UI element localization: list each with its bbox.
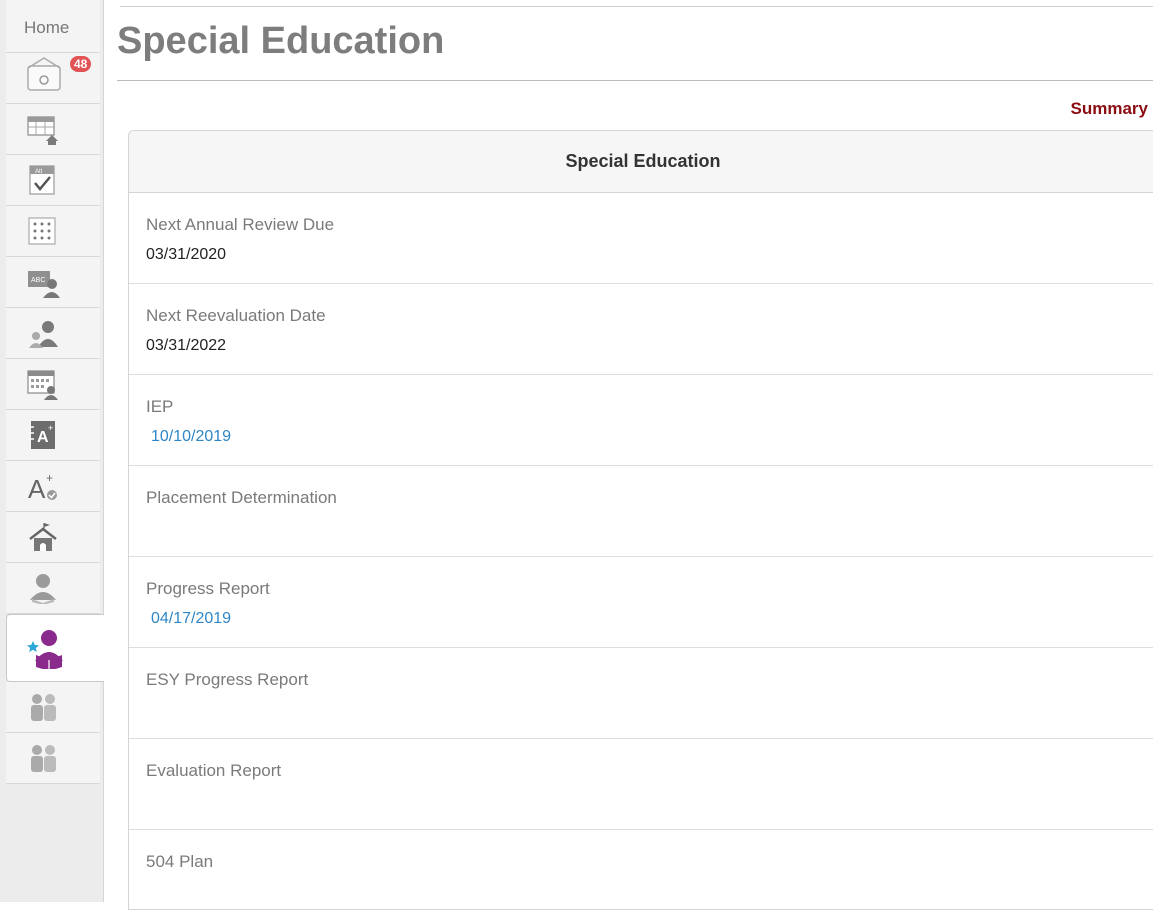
sidebar-nav: Home 48 Att ABC A + A + — [0, 0, 104, 902]
field-row-annual-review: Next Annual Review Due 03/31/2020 — [129, 193, 1153, 284]
title-divider — [117, 80, 1153, 81]
iep-date-link[interactable]: 10/10/2019 — [146, 427, 1153, 447]
attendance-icon: Att — [26, 164, 60, 196]
sidebar-item-calendar[interactable] — [6, 359, 100, 410]
field-row-iep: IEP 10/10/2019 — [129, 375, 1153, 466]
field-row-placement: Placement Determination — [129, 466, 1153, 557]
field-label: Placement Determination — [146, 488, 337, 507]
sidebar-item-special-education[interactable] — [6, 614, 104, 682]
home-label: Home — [24, 18, 70, 37]
sidebar-item-contacts[interactable] — [6, 733, 100, 784]
top-divider — [120, 6, 1153, 7]
sidebar-item-parents[interactable] — [6, 682, 100, 733]
field-row-504-plan: 504 Plan — [129, 830, 1153, 909]
student-group-icon — [26, 317, 60, 349]
calendar-student-icon — [26, 368, 60, 400]
field-label: 504 Plan — [146, 852, 214, 871]
gradebook-icon: A + — [26, 419, 60, 451]
seating-chart-icon — [26, 215, 60, 247]
svg-text:A: A — [28, 474, 46, 502]
mail-icon[interactable] — [26, 56, 66, 99]
sidebar-item-grades[interactable]: A + — [6, 461, 100, 512]
student-icon — [26, 572, 60, 604]
parents-icon — [26, 691, 60, 723]
grades-check-icon: A + — [26, 470, 60, 502]
svg-text:Att: Att — [35, 169, 43, 175]
field-label: ESY Progress Report — [146, 670, 309, 689]
sidebar-item-student[interactable] — [6, 563, 100, 614]
sidebar-item-school[interactable] — [6, 512, 100, 563]
svg-text:+: + — [46, 471, 53, 485]
sidebar-item-attendance[interactable]: Att — [6, 155, 100, 206]
mail-count-badge: 48 — [70, 56, 92, 72]
sidebar-item-class-roster[interactable]: ABC — [6, 257, 100, 308]
sidebar-item-seating-chart[interactable] — [6, 206, 100, 257]
panel-header: Special Education — [129, 131, 1153, 193]
field-label: Next Annual Review Due — [146, 215, 335, 234]
field-label: Evaluation Report — [146, 761, 282, 780]
page-title: Special Education — [117, 20, 445, 62]
field-label: Progress Report — [146, 579, 270, 598]
main-content: Special Education Summary Special Educat… — [104, 0, 1153, 910]
special-education-icon — [27, 627, 69, 669]
svg-text:ABC: ABC — [31, 277, 45, 284]
summary-link[interactable]: Summary — [1071, 99, 1148, 119]
schedule-icon — [26, 113, 60, 145]
field-label: Next Reevaluation Date — [146, 306, 326, 325]
field-value: 03/31/2020 — [146, 246, 227, 263]
field-row-progress-report: Progress Report 04/17/2019 — [129, 557, 1153, 648]
field-row-evaluation-report: Evaluation Report — [129, 739, 1153, 830]
school-icon — [26, 521, 60, 553]
field-row-reevaluation: Next Reevaluation Date 03/31/2022 — [129, 284, 1153, 375]
contacts-icon — [26, 742, 60, 774]
sidebar-item-student-group[interactable] — [6, 308, 100, 359]
field-value: 03/31/2022 — [146, 337, 227, 354]
sidebar-item-gradebook[interactable]: A + — [6, 410, 100, 461]
progress-report-date-link[interactable]: 04/17/2019 — [146, 609, 1153, 629]
field-row-esy-progress: ESY Progress Report — [129, 648, 1153, 739]
field-label: IEP — [146, 397, 174, 416]
sidebar-item-schedule[interactable] — [6, 104, 100, 155]
class-roster-icon: ABC — [26, 266, 60, 298]
svg-text:+: + — [48, 423, 53, 433]
special-education-panel: Special Education Next Annual Review Due… — [128, 130, 1153, 910]
